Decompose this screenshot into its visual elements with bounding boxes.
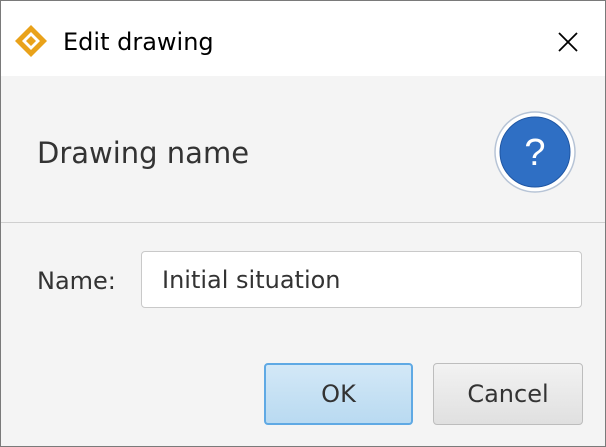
header-divider <box>1 222 605 223</box>
ok-button[interactable]: OK <box>264 363 413 425</box>
cancel-button[interactable]: Cancel <box>433 363 583 425</box>
svg-text:?: ? <box>524 132 545 174</box>
app-logo-icon <box>15 25 47 57</box>
cancel-button-label: Cancel <box>467 380 549 408</box>
name-input[interactable] <box>141 251 582 308</box>
help-icon[interactable]: ? <box>493 110 577 194</box>
title-bar[interactable]: Edit drawing <box>1 1 605 76</box>
name-label: Name: <box>37 267 116 295</box>
dialog-heading: Drawing name <box>37 136 250 170</box>
edit-drawing-dialog: Edit drawing Drawing name ? Name: OK Can… <box>0 0 606 447</box>
ok-button-label: OK <box>321 380 356 408</box>
dialog-header: Drawing name ? <box>1 76 605 222</box>
close-icon <box>558 32 578 52</box>
close-button[interactable] <box>541 19 595 65</box>
window-title: Edit drawing <box>63 28 214 56</box>
